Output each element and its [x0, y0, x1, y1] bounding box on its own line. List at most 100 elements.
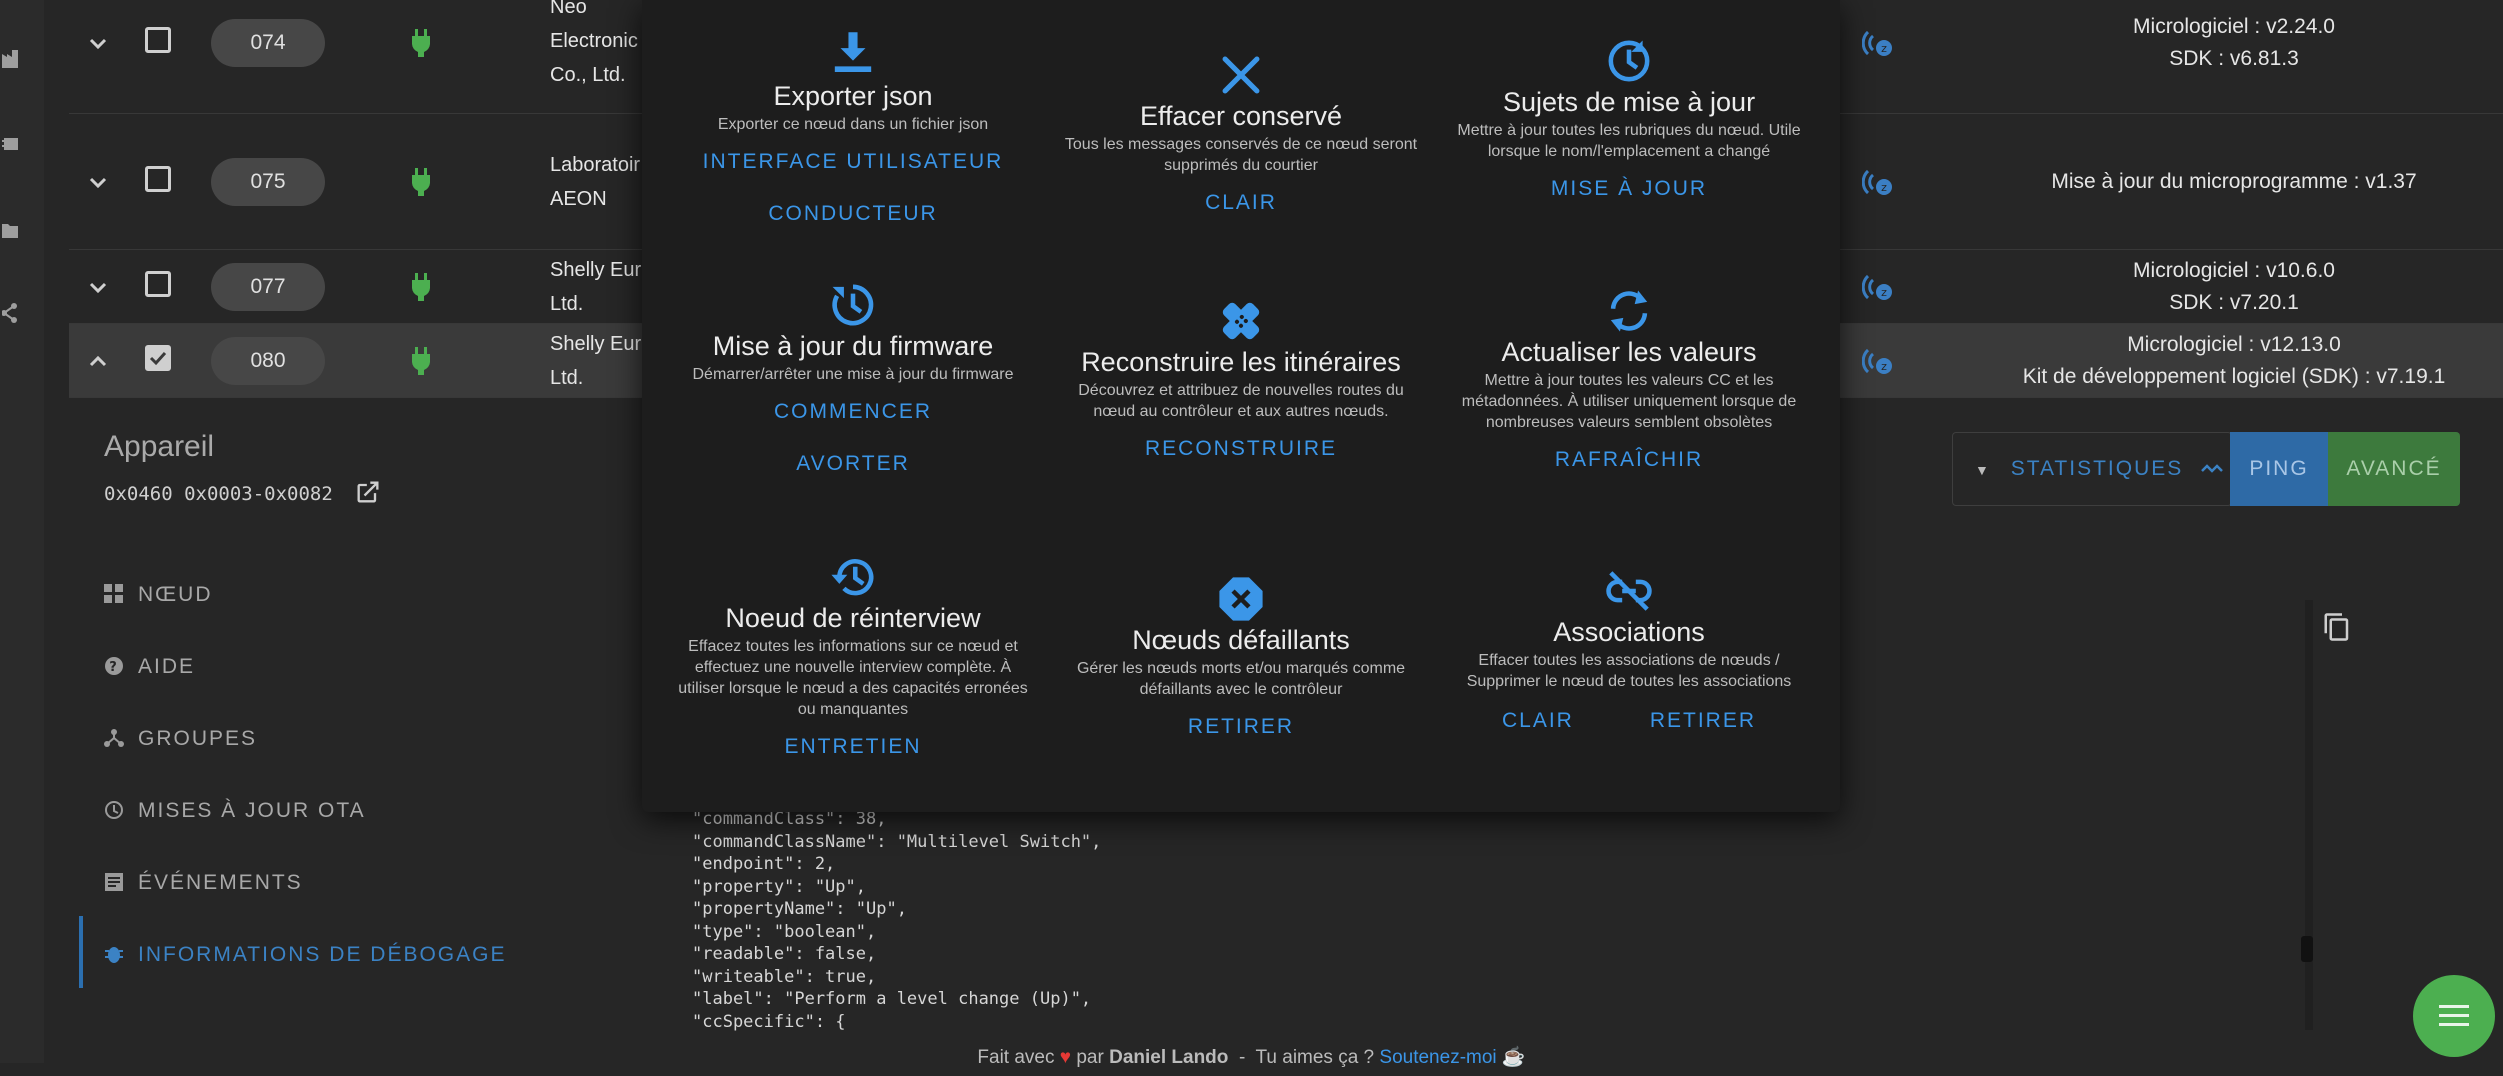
chevron-down-icon[interactable] — [87, 171, 109, 193]
row-checkbox[interactable] — [145, 271, 171, 297]
close-icon — [1222, 56, 1260, 94]
check-icon — [149, 351, 167, 366]
zwave-signal-icon: z — [1862, 274, 1892, 300]
menu-fab-button[interactable] — [2413, 975, 2495, 1057]
action-card-firmware-update: Mise à jour du firmware Démarrer/arrêter… — [660, 280, 1046, 479]
statistics-button[interactable]: ▼ STATISTIQUES — [1952, 432, 2232, 506]
card-action-button[interactable]: RETIRER — [1048, 712, 1434, 742]
card-action-button[interactable]: MISE À JOUR — [1436, 174, 1822, 204]
card-description: Exporter ce nœud dans un fichier json — [717, 116, 989, 133]
share-icon[interactable] — [2, 303, 18, 323]
row-checkbox[interactable] — [145, 27, 171, 53]
heart-icon: ♥ — [1059, 1047, 1072, 1068]
footer-support-link[interactable]: Soutenez-moi — [1379, 1047, 1496, 1068]
debug-json-code: "commandClass": 38, "commandClassName": "… — [692, 808, 1101, 1033]
device-code-text: 0x0460 0x0003-0x0082 — [104, 483, 333, 505]
node-id-badge: 074 — [211, 19, 325, 67]
ping-button[interactable]: PING — [2230, 432, 2328, 506]
nav-item-label: ÉVÉNEMENTS — [138, 871, 303, 894]
nav-item-node[interactable]: NŒUD — [104, 575, 213, 615]
action-card-history: Noeud de réinterview Effacez toutes les … — [660, 552, 1046, 762]
nav-rail — [0, 0, 44, 1063]
manufacturer-text: Ltd. — [550, 367, 584, 389]
row-checkbox[interactable] — [145, 166, 171, 192]
nav-item-help[interactable]: ? AIDE — [104, 647, 195, 687]
manufacturer-text: Neo — [550, 0, 587, 18]
card-title: Exporter json — [773, 81, 933, 111]
nav-item-events[interactable]: ÉVÉNEMENTS — [104, 863, 303, 903]
manufacturer-text: Laboratoir — [550, 154, 641, 176]
code-line: "readable": false, — [692, 944, 877, 964]
card-description: Démarrer/arrêter une mise à jour du firm… — [692, 366, 1014, 383]
open-external-icon[interactable] — [354, 478, 382, 506]
card-description: Tous les messages conservés de ce nœud s… — [1064, 136, 1418, 174]
card-description: Effacer toutes les associations de nœuds… — [1466, 652, 1792, 690]
firmware-update-icon — [832, 284, 874, 326]
card-title: Reconstruire les itinéraires — [1081, 347, 1401, 377]
card-action-button[interactable]: RETIRER — [1650, 706, 1756, 736]
firmware-version: Micrologiciel : v2.24.0 — [2133, 15, 2335, 38]
card-action-button[interactable]: CLAIR — [1502, 706, 1574, 736]
footer-like: Tu aimes ça ? — [1255, 1047, 1375, 1068]
manufacturer-text: AEON — [550, 188, 607, 210]
chevron-down-icon[interactable] — [87, 276, 109, 298]
action-card-link-off: Associations Effacer toutes les associat… — [1436, 566, 1822, 736]
card-action-button[interactable]: CONDUCTEUR — [660, 199, 1046, 229]
chevron-up-icon[interactable] — [87, 350, 109, 372]
code-line: "label": "Perform a level change (Up)", — [692, 989, 1092, 1009]
card-title: Actualiser les valeurs — [1501, 337, 1757, 367]
nav-item-groups[interactable]: GROUPES — [104, 719, 257, 759]
device-code: 0x0460 0x0003-0x0082 — [104, 478, 382, 506]
action-card-download: Exporter json Exporter ce nœud dans un f… — [660, 30, 1046, 229]
code-line: "property": "Up", — [692, 876, 866, 897]
card-action-button[interactable]: ENTRETIEN — [660, 732, 1046, 762]
device-title: Appareil — [104, 430, 215, 463]
link-off-icon — [1606, 571, 1652, 611]
chip-icon[interactable] — [2, 134, 18, 154]
node-actions-dialog: Exporter json Exporter ce nœud dans un f… — [642, 0, 1840, 812]
code-scrollbar[interactable] — [2305, 600, 2313, 1030]
folder-icon[interactable] — [2, 220, 18, 240]
trending-icon — [2201, 464, 2224, 473]
bandage-icon — [1222, 302, 1260, 340]
firmware-version: Micrologiciel : v12.13.0 — [2127, 333, 2341, 356]
firmware-version: Mise à jour du microprogramme : v1.37 — [2051, 170, 2417, 193]
card-title: Noeud de réinterview — [725, 603, 981, 633]
node-id-badge: 077 — [211, 263, 325, 311]
statistics-label: STATISTIQUES — [2010, 457, 2184, 480]
card-description: Mettre à jour toutes les rubriques du nœ… — [1457, 122, 1801, 160]
code-line: "endpoint": 2, — [692, 854, 836, 874]
action-card-bandage: Reconstruire les itinéraires Découvrez e… — [1048, 296, 1434, 464]
card-action-button[interactable]: COMMENCER — [660, 397, 1046, 427]
node-id-badge: 080 — [211, 337, 325, 385]
nav-item-label: NŒUD — [138, 583, 213, 606]
row-checkbox[interactable] — [145, 345, 171, 371]
nav-active-indicator — [79, 916, 83, 988]
action-card-failed-node: Nœuds défaillants Gérer les nœuds morts … — [1048, 574, 1434, 742]
code-line: "propertyName": "Up", — [692, 899, 907, 919]
chevron-down-icon[interactable] — [87, 32, 109, 54]
failed-node-icon — [1219, 577, 1263, 621]
card-action-button[interactable]: RAFRAÎCHIR — [1436, 445, 1822, 475]
footer: Fait avec ♥ par Daniel Lando - Tu aimes … — [977, 1047, 1526, 1068]
nav-item-label: GROUPES — [138, 727, 258, 750]
advanced-button[interactable]: AVANCÉ — [2328, 432, 2460, 506]
factory-icon[interactable] — [2, 48, 18, 68]
history-icon — [831, 559, 874, 596]
code-scrollbar-thumb[interactable] — [2301, 936, 2313, 962]
firmware-version: SDK : v6.81.3 — [2169, 47, 2299, 70]
card-description: Mettre à jour toutes les valeurs CC et l… — [1461, 372, 1797, 431]
code-line: "type": "boolean", — [692, 921, 877, 942]
nav-item-debug[interactable]: INFORMATIONS DE DÉBOGAGE — [104, 935, 506, 975]
card-action-button[interactable]: RECONSTRUIRE — [1048, 434, 1434, 464]
nav-item-ota[interactable]: MISES À JOUR OTA — [104, 791, 366, 831]
card-action-button[interactable]: AVORTER — [660, 449, 1046, 479]
copy-icon[interactable] — [2322, 610, 2352, 644]
svg-text:z: z — [1881, 286, 1887, 299]
firmware-version: Micrologiciel : v10.6.0 — [2133, 259, 2335, 282]
card-action-button[interactable]: INTERFACE UTILISATEUR — [660, 147, 1046, 177]
card-title: Associations — [1553, 617, 1705, 647]
card-description: Effacez toutes les informations sur ce n… — [678, 638, 1028, 718]
card-action-button[interactable]: CLAIR — [1048, 188, 1434, 218]
card-title: Mise à jour du firmware — [712, 331, 994, 361]
